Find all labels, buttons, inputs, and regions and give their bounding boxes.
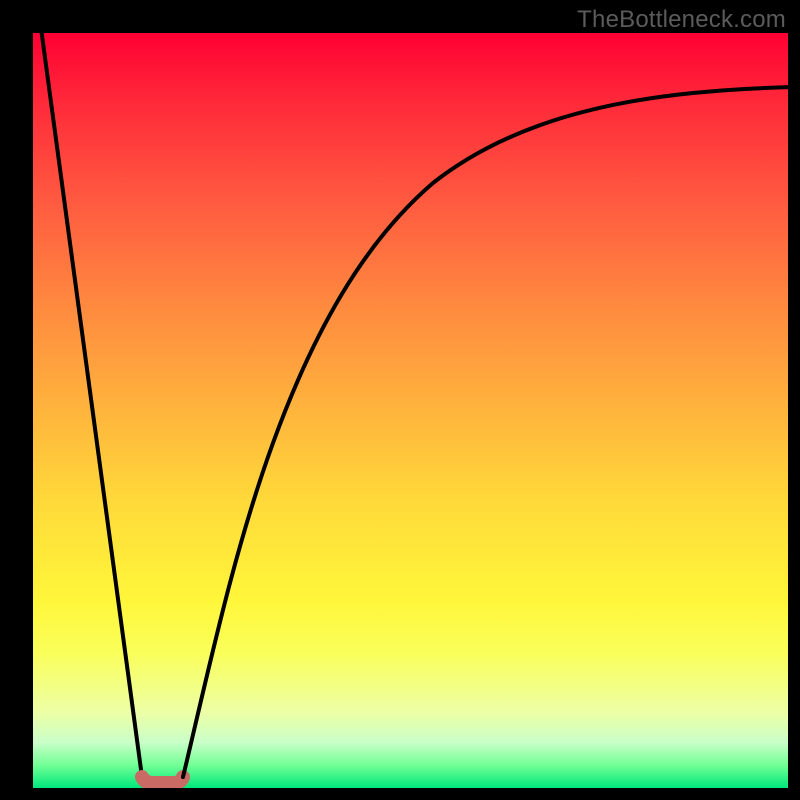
watermark-text: TheBottleneck.com [577, 6, 786, 34]
valley-floor-marker [142, 777, 183, 783]
curve-left-descent [41, 33, 142, 777]
chart-frame: TheBottleneck.com [0, 0, 800, 800]
chart-svg [33, 33, 788, 788]
curve-right-ascent [183, 87, 788, 777]
plot-area [33, 33, 788, 788]
